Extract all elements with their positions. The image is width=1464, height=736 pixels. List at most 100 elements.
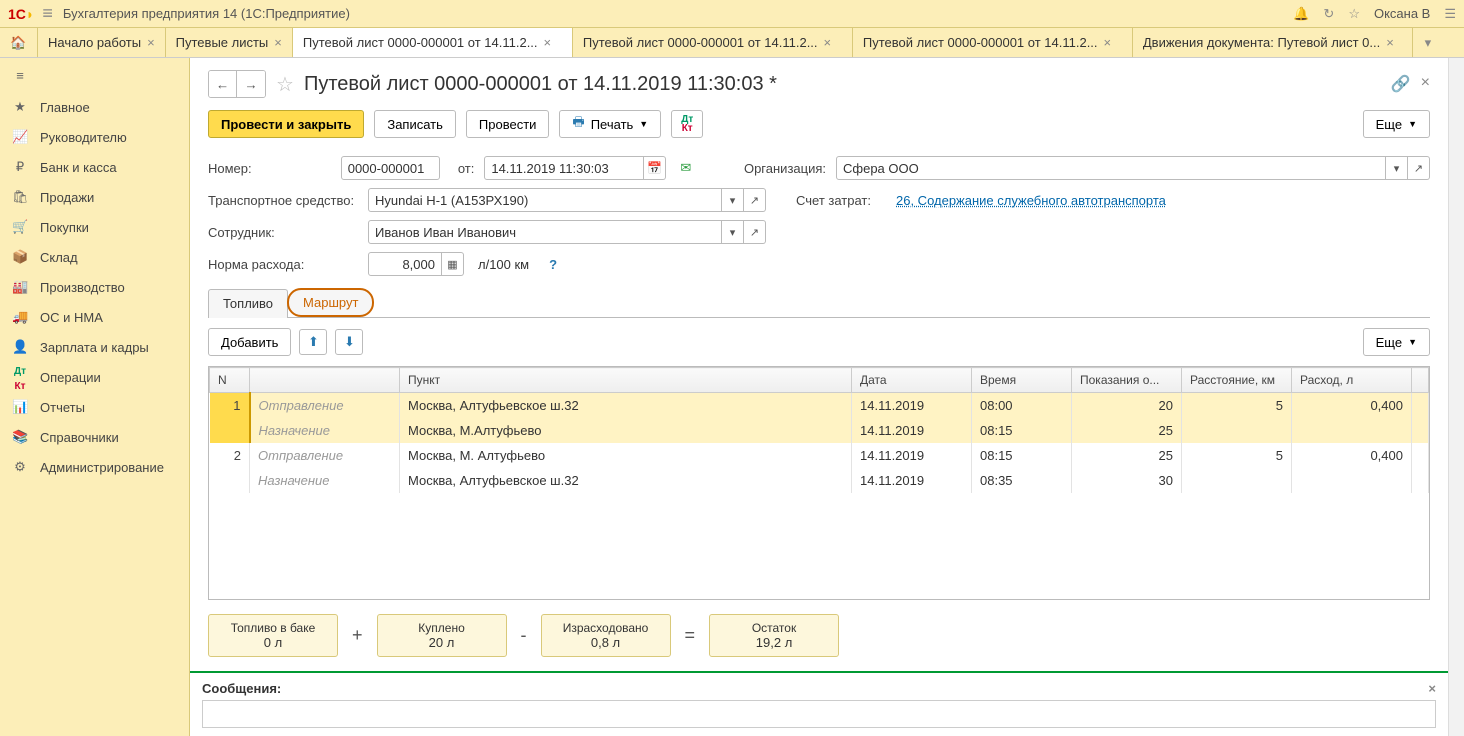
history-icon[interactable]: ↻ xyxy=(1323,6,1334,22)
tab-movements[interactable]: Движения документа: Путевой лист 0...× xyxy=(1133,28,1413,57)
org-label: Организация: xyxy=(744,161,826,176)
employee-input[interactable]: Иванов Иван Иванович xyxy=(368,220,722,244)
table-row[interactable]: Назначение Москва, М.Алтуфьево 14.11.201… xyxy=(210,418,1429,443)
col-punkt[interactable]: Пункт xyxy=(400,368,852,393)
close-icon[interactable]: × xyxy=(1386,35,1394,50)
date-input[interactable]: 14.11.2019 11:30:03 xyxy=(484,156,644,180)
dropdown-icon[interactable]: ▾ xyxy=(722,188,744,212)
open-icon[interactable]: ↗ xyxy=(1408,156,1430,180)
sidebar-item-hr[interactable]: 👤Зарплата и кадры xyxy=(0,332,189,362)
ruble-icon: ₽ xyxy=(12,159,28,175)
col-dist[interactable]: Расстояние, км xyxy=(1182,368,1292,393)
sidebar-item-stock[interactable]: 📦Склад xyxy=(0,242,189,272)
rate-label: Норма расхода: xyxy=(208,257,358,272)
sidebar-item-bank[interactable]: ₽Банк и касса xyxy=(0,152,189,182)
calc-icon[interactable]: ▦ xyxy=(442,252,464,276)
move-down-button[interactable]: ⬇ xyxy=(335,329,363,355)
col-type[interactable] xyxy=(250,368,400,393)
messages-label: Сообщения: xyxy=(202,681,1428,696)
col-n[interactable]: N xyxy=(210,368,250,393)
sidebar-item-admin[interactable]: ⚙Администрирование xyxy=(0,452,189,482)
table-row[interactable]: Назначение Москва, Алтуфьевское ш.32 14.… xyxy=(210,468,1429,493)
tab-start[interactable]: Начало работы× xyxy=(38,28,166,57)
col-scroll xyxy=(1412,368,1429,393)
close-icon[interactable]: × xyxy=(1104,35,1112,50)
plus-icon: + xyxy=(352,625,363,646)
sidebar-item-sales[interactable]: 🛍Продажи xyxy=(0,182,189,212)
fuel-bought: Куплено20 л xyxy=(377,614,507,657)
person-icon: 👤 xyxy=(12,339,28,355)
post-and-close-button[interactable]: Провести и закрыть xyxy=(208,110,364,138)
tab-waybills[interactable]: Путевые листы× xyxy=(166,28,293,57)
gear-icon: ⚙ xyxy=(12,459,28,475)
vehicle-input[interactable]: Hyundai H-1 (А153РХ190) xyxy=(368,188,722,212)
add-row-button[interactable]: Добавить xyxy=(208,328,291,356)
fuel-rest: Остаток19,2 л xyxy=(709,614,839,657)
col-date[interactable]: Дата xyxy=(852,368,972,393)
more-button[interactable]: Еще▼ xyxy=(1363,110,1430,138)
date-label: от: xyxy=(450,161,475,176)
box-icon: 📦 xyxy=(12,249,28,265)
calendar-icon[interactable]: 📅 xyxy=(644,156,666,180)
close-icon[interactable]: × xyxy=(274,35,282,50)
col-time[interactable]: Время xyxy=(972,368,1072,393)
dropdown-icon[interactable]: ▾ xyxy=(722,220,744,244)
tabs-more[interactable]: ▾ xyxy=(1413,28,1443,57)
link-icon[interactable]: 🔗 xyxy=(1391,74,1411,94)
sidebar-item-purchases[interactable]: 🛒Покупки xyxy=(0,212,189,242)
tab-fuel[interactable]: Топливо xyxy=(208,289,288,318)
post-button[interactable]: Провести xyxy=(466,110,550,138)
minus-icon: - xyxy=(521,625,527,646)
open-icon[interactable]: ↗ xyxy=(744,220,766,244)
nav-fwd-button[interactable]: → xyxy=(237,71,265,97)
print-button[interactable]: 🖶Печать▼ xyxy=(559,110,661,138)
user-name[interactable]: Оксана В xyxy=(1374,6,1430,21)
sidebar-item-manager[interactable]: 📈Руководителю xyxy=(0,122,189,152)
dropdown-icon[interactable]: ▾ xyxy=(1386,156,1408,180)
home-tab[interactable]: 🏠 xyxy=(0,28,38,57)
move-up-button[interactable]: ⬆ xyxy=(299,329,327,355)
table-row[interactable]: 2 Отправление Москва, М. Алтуфьево 14.11… xyxy=(210,443,1429,468)
nav-back-button[interactable]: ← xyxy=(209,71,237,97)
tab-waybill-2[interactable]: Путевой лист 0000-000001 от 14.11.2...× xyxy=(573,28,853,57)
favorite-icon[interactable]: ☆ xyxy=(276,72,294,97)
employee-label: Сотрудник: xyxy=(208,225,358,240)
save-button[interactable]: Записать xyxy=(374,110,456,138)
sidebar-item-catalogs[interactable]: 📚Справочники xyxy=(0,422,189,452)
col-cons[interactable]: Расход, л xyxy=(1292,368,1412,393)
sidebar-burger[interactable]: ≡ xyxy=(0,58,189,92)
close-icon[interactable]: × xyxy=(824,35,832,50)
tab-waybill-3[interactable]: Путевой лист 0000-000001 от 14.11.2...× xyxy=(853,28,1133,57)
equals-icon: = xyxy=(685,625,696,646)
tab-route[interactable]: Маршрут xyxy=(287,288,374,317)
close-icon[interactable]: × xyxy=(147,35,155,50)
sidebar-item-assets[interactable]: 🚚ОС и НМА xyxy=(0,302,189,332)
star-icon[interactable]: ☆ xyxy=(1348,6,1360,22)
mail-icon[interactable]: ✉ xyxy=(680,160,691,176)
messages-close-icon[interactable]: × xyxy=(1428,681,1436,696)
number-input[interactable]: 0000-000001 xyxy=(341,156,440,180)
tab-waybill-1[interactable]: Путевой лист 0000-000001 от 14.11.2...× xyxy=(293,28,573,57)
sidebar-item-production[interactable]: 🏭Производство xyxy=(0,272,189,302)
table-more-button[interactable]: Еще▼ xyxy=(1363,328,1430,356)
rate-input[interactable]: 8,000 xyxy=(368,252,442,276)
sidebar-item-reports[interactable]: 📊Отчеты xyxy=(0,392,189,422)
rate-unit: л/100 км xyxy=(478,257,529,272)
table-row[interactable]: 1 Отправление Москва, Алтуфьевское ш.32 … xyxy=(210,393,1429,419)
menu-icon[interactable]: ≡ xyxy=(42,3,53,24)
sidebar-item-main[interactable]: ★Главное xyxy=(0,92,189,122)
postings-button[interactable]: ДтКт xyxy=(671,110,703,138)
col-odo[interactable]: Показания о... xyxy=(1072,368,1182,393)
sidebar-item-ops[interactable]: ДтКтОперации xyxy=(0,362,189,392)
window-menu-icon[interactable]: ☰ xyxy=(1444,6,1456,22)
close-icon[interactable]: × xyxy=(544,35,552,50)
chart-icon: 📈 xyxy=(12,129,28,145)
bell-icon[interactable]: 🔔 xyxy=(1293,6,1309,22)
help-icon[interactable]: ? xyxy=(549,257,557,272)
cost-account-link[interactable]: 26, Содержание служебного автотранспорта xyxy=(896,193,1166,208)
close-icon[interactable]: × xyxy=(1421,74,1430,94)
messages-body xyxy=(202,700,1436,728)
open-icon[interactable]: ↗ xyxy=(744,188,766,212)
burger-icon: ≡ xyxy=(12,68,28,83)
org-input[interactable]: Сфера ООО xyxy=(836,156,1386,180)
